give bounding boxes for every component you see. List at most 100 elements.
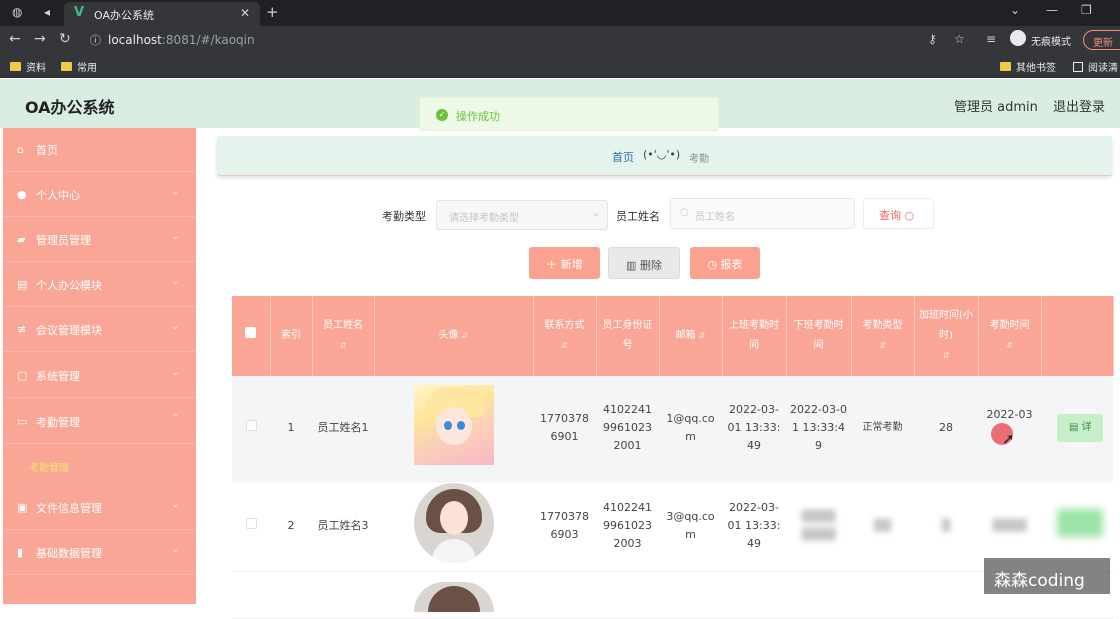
cell-out-time: 2022-03-01 13:33:49 (786, 376, 851, 482)
reading-list[interactable]: 阅读清 (1073, 59, 1118, 74)
sort-icon[interactable]: ⇵ (462, 331, 469, 340)
square-icon: ▢ (17, 369, 28, 382)
delete-label: 删除 (639, 259, 662, 272)
playlist-icon[interactable]: ≡ (986, 32, 996, 46)
input-placeholder: 员工姓名 (695, 212, 735, 223)
employee-name-input[interactable]: ○ 员工姓名 (670, 198, 855, 229)
bookmark-folder-changyong[interactable]: 常用 (61, 59, 97, 74)
table-row[interactable]: 2 员工姓名3 17703786903 410224199610232003 3… (232, 481, 1113, 572)
cell-email: 3@qq.com (659, 481, 722, 572)
info-icon[interactable]: ⓘ (90, 32, 101, 48)
cell-phone (533, 571, 596, 619)
star-icon[interactable]: ☆ (954, 32, 965, 46)
chevron-down-icon[interactable]: ⌄ (1010, 3, 1020, 17)
reading-list-icon (1073, 61, 1083, 72)
sidebar-item-label: 系统管理 (36, 370, 80, 383)
sidebar-item-files[interactable]: ▣ 文件信息管理 ⌄ (3, 486, 196, 530)
sidebar-item-label: 个人办公模块 (36, 279, 102, 292)
bookmarks-bar: 资料 常用 其他书签 阅读清 (0, 54, 1120, 78)
incognito-icon[interactable] (1010, 30, 1026, 46)
row-checkbox[interactable] (245, 518, 257, 529)
header-label: 索引 (281, 330, 301, 341)
delete-button[interactable]: ▥ 删除 (608, 247, 680, 279)
report-button[interactable]: ◷ 报表 (690, 247, 760, 279)
sidebar-item-base-data[interactable]: ▮ 基础数据管理 ⌄ (3, 531, 196, 575)
table-row[interactable] (232, 571, 1113, 619)
select-placeholder: 请选择考勤类型 (449, 213, 519, 224)
bookmark-folder-ziliao[interactable]: 资料 (10, 59, 46, 74)
browser-tab[interactable]: V OA办公系统 ✕ (64, 2, 260, 26)
new-tab-icon[interactable]: + (266, 3, 279, 21)
header-checkbox[interactable] (232, 296, 271, 376)
cell-avatar (374, 571, 533, 619)
sidebar-item-personal-office[interactable]: ▤ 个人办公模块 ⌄ (3, 263, 196, 307)
blurred-content: ████ (992, 519, 1027, 532)
detail-button[interactable] (1057, 509, 1103, 537)
chevron-down-icon: ⌄ (171, 367, 180, 378)
detail-button[interactable]: ▤ 详 (1057, 414, 1103, 443)
cell-id-card: 410224199610232001 (596, 376, 659, 482)
back-arrow-icon[interactable]: ← (9, 31, 21, 47)
avatar-image[interactable] (413, 483, 494, 563)
sort-icon[interactable]: ⇵ (340, 341, 347, 350)
header-name[interactable]: 员工姓名 ⇵ (312, 296, 375, 376)
header-phone[interactable]: 联系方式 ⇵ (533, 296, 597, 376)
avatar-image[interactable] (413, 581, 494, 612)
restore-icon[interactable]: ❐ (1081, 3, 1092, 17)
detail-label: 详 (1081, 422, 1092, 434)
cell-index: 1 (270, 376, 312, 482)
document-icon: ▤ (17, 278, 28, 291)
url-field[interactable]: ⓘ localhost:8081/#/kaoqin (82, 29, 942, 51)
attendance-type-select[interactable]: 请选择考勤类型 ⌄ (436, 200, 608, 230)
header-type[interactable]: 考勤类型 ⇵ (851, 296, 915, 376)
reload-icon[interactable]: ↻ (59, 31, 71, 47)
select-all-checkbox[interactable] (245, 327, 257, 338)
header-label: 考勤时间 (989, 320, 1030, 331)
sidebar-item-system[interactable]: ▢ 系统管理 ⌄ (3, 354, 196, 398)
close-tab-icon[interactable]: ✕ (240, 6, 250, 20)
update-button[interactable]: 更新 (1083, 30, 1120, 50)
sort-icon[interactable]: ⇵ (879, 341, 886, 350)
sidebar-item-admin[interactable]: ▰ 管理员管理 ⌄ (3, 218, 196, 262)
header-index[interactable]: 索引 (270, 296, 313, 376)
header-avatar[interactable]: 头像 ⇵ (374, 296, 534, 376)
header-in-time[interactable]: 上班考勤时间 (722, 296, 787, 376)
sidebar-item-attendance[interactable]: ▭ 考勤管理 ⌃ (3, 400, 196, 444)
add-button[interactable]: ＋ 新增 (529, 247, 600, 279)
sidebar-item-personal-center[interactable]: ● 个人中心 ⌄ (3, 173, 196, 217)
tab-search-icon[interactable]: ◂ (44, 5, 50, 19)
browser-tab-bar: ◍ ◂ V OA办公系统 ✕ + ⌄ — ❐ (0, 0, 1120, 26)
cell-index (270, 571, 312, 619)
table-row[interactable]: 1 员工姓名1 17703786901 410224199610232001 1… (232, 376, 1113, 482)
avatar-image[interactable] (413, 385, 494, 466)
header-id-card[interactable]: 员工身份证号 (596, 296, 660, 376)
minimize-icon[interactable]: — (1046, 3, 1058, 17)
header-date[interactable]: 考勤时间 ⇵ (978, 296, 1042, 376)
forward-arrow-icon[interactable]: → (34, 31, 46, 47)
globe-icon[interactable]: ◍ (12, 5, 22, 19)
header-out-time[interactable]: 下班考勤时间 (786, 296, 852, 376)
trash-icon: ▥ (626, 259, 637, 272)
query-button[interactable]: 查询 ○ (863, 198, 934, 229)
key-icon[interactable]: ⚷ (928, 32, 937, 46)
table-header-row: 索引 员工姓名 ⇵ 头像 ⇵ 联系方式 ⇵ 员工身份证号 邮箱 ⇵ 上班考勤时间 下… (232, 296, 1114, 376)
sidebar-subitem-attendance[interactable]: 考勤管理 (29, 459, 69, 474)
employee-name-label: 员工姓名 (616, 210, 660, 223)
cell-out-time-blurred: ████ ████ (786, 481, 851, 572)
logout-link[interactable]: 退出登录 (1053, 96, 1105, 115)
sidebar-item-meeting[interactable]: ≢ 会议管理模块 ⌄ (3, 308, 196, 352)
sort-icon[interactable]: ⇵ (1006, 341, 1013, 350)
row-checkbox[interactable] (245, 420, 257, 432)
success-toast: ✓ 操作成功 (419, 97, 719, 131)
breadcrumb-home[interactable]: 首页 (612, 149, 634, 165)
blurred-content: ██ (874, 519, 891, 532)
header-overtime[interactable]: 加班时间(小时) ⇵ (914, 296, 979, 376)
browser-address-bar: ← → ↻ ⓘ localhost:8081/#/kaoqin ⚷ ☆ ≡ 无痕… (0, 26, 1120, 54)
sort-icon[interactable]: ⇵ (561, 341, 568, 350)
sort-icon[interactable]: ⇵ (943, 351, 950, 360)
document-icon: ▤ (1069, 422, 1079, 434)
header-email[interactable]: 邮箱 ⇵ (659, 296, 723, 376)
sidebar-item-home[interactable]: ⌂ 首页 (3, 128, 196, 172)
sort-icon[interactable]: ⇵ (699, 331, 706, 340)
bookmark-other[interactable]: 其他书签 (1000, 59, 1056, 74)
